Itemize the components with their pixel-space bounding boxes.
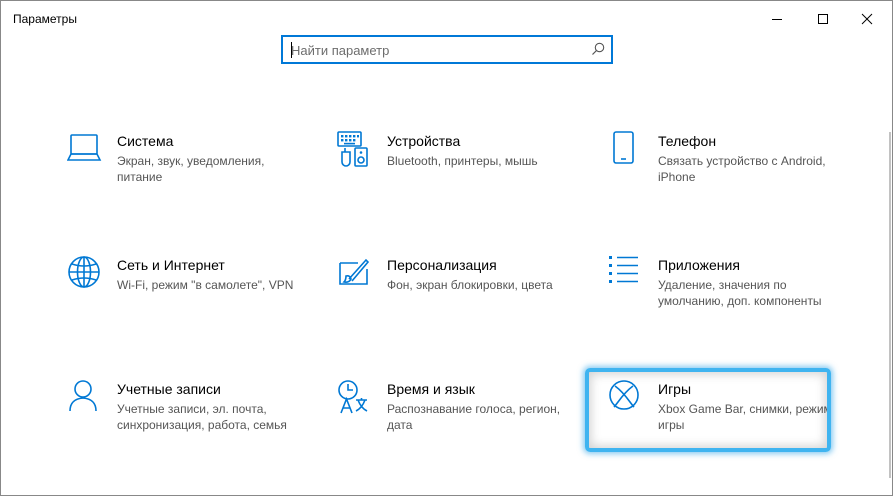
tile-title: Учетные записи xyxy=(117,381,221,397)
settings-window: Параметры Система Экран, звук, уведомлен… xyxy=(0,0,893,496)
window-title: Параметры xyxy=(13,12,77,26)
tile-apps[interactable]: Приложения Удаление, значения по умолчан… xyxy=(608,255,848,337)
tile-title: Система xyxy=(117,133,174,149)
maximize-button[interactable] xyxy=(800,1,846,37)
scrollbar[interactable] xyxy=(889,132,891,478)
minimize-button[interactable] xyxy=(754,1,800,37)
search-icon[interactable] xyxy=(591,42,605,56)
tile-description: Bluetooth, принтеры, мышь xyxy=(387,154,538,168)
time-language-icon xyxy=(338,380,368,414)
tile-description: Учетные записи, эл. почта, синхронизация… xyxy=(117,402,287,432)
tile-description: Удаление, значения по умолчанию, доп. ко… xyxy=(658,278,822,308)
globe-icon xyxy=(68,256,100,288)
tile-description: Wi-Fi, режим "в самолете", VPN xyxy=(117,278,294,292)
tile-title: Сеть и Интернет xyxy=(117,257,225,273)
close-button[interactable] xyxy=(844,1,890,37)
tile-description: Связать устройство с Android, iPhone xyxy=(658,154,826,184)
tile-network[interactable]: Сеть и Интернет Wi-Fi, режим "в самолете… xyxy=(67,255,307,337)
close-icon xyxy=(861,13,873,25)
tile-title: Время и язык xyxy=(387,381,475,397)
title-bar: Параметры xyxy=(1,1,892,37)
highlight-frame xyxy=(585,368,831,452)
phone-icon xyxy=(613,131,634,164)
devices-icon xyxy=(337,131,368,167)
search-input[interactable] xyxy=(291,41,581,59)
tile-description: Распознавание голоса, регион, дата xyxy=(387,402,561,432)
tile-time-language[interactable]: Время и язык Распознавание голоса, регио… xyxy=(337,379,577,461)
tile-system[interactable]: Система Экран, звук, уведомления, питани… xyxy=(67,131,307,213)
maximize-icon xyxy=(818,14,828,24)
tile-devices[interactable]: Устройства Bluetooth, принтеры, мышь xyxy=(337,131,577,213)
paint-icon xyxy=(339,258,370,285)
tile-title: Устройства xyxy=(387,133,461,149)
search-box[interactable] xyxy=(281,35,613,64)
tile-title: Персонализация xyxy=(387,257,497,273)
tile-accounts[interactable]: Учетные записи Учетные записи, эл. почта… xyxy=(67,379,307,461)
tile-title: Приложения xyxy=(658,257,740,273)
apps-list-icon xyxy=(609,256,638,283)
text-caret xyxy=(291,42,292,58)
tile-description: Экран, звук, уведомления, питание xyxy=(117,154,265,184)
laptop-icon xyxy=(67,134,102,161)
tile-title: Телефон xyxy=(658,133,717,149)
tile-phone[interactable]: Телефон Связать устройство с Android, iP… xyxy=(608,131,848,213)
minimize-icon xyxy=(772,19,782,20)
tile-personalization[interactable]: Персонализация Фон, экран блокировки, цв… xyxy=(337,255,577,337)
tile-description: Фон, экран блокировки, цвета xyxy=(387,278,553,292)
person-icon xyxy=(69,380,97,412)
